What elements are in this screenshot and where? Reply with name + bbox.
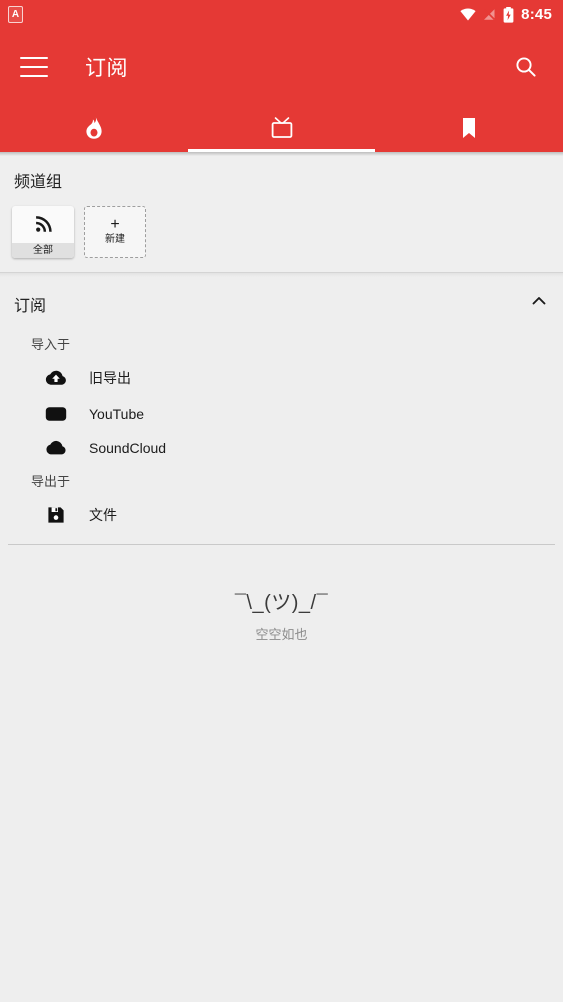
channel-group-card-label: 新建 — [105, 234, 125, 245]
channel-group-card-label: 全部 — [12, 243, 74, 258]
plus-icon: + — [110, 216, 120, 233]
soundcloud-cloud-icon — [44, 440, 68, 456]
signal-off-icon — [483, 8, 496, 21]
search-icon[interactable] — [511, 52, 541, 82]
tab-subscriptions[interactable] — [188, 104, 376, 152]
hamburger-menu-icon[interactable] — [20, 56, 48, 77]
export-item-label: 文件 — [89, 507, 117, 523]
bookmark-icon — [460, 116, 478, 140]
tab-bookmarks[interactable] — [375, 104, 563, 152]
notification-badge-icon: A — [8, 6, 23, 23]
status-bar-right: 8:45 — [460, 6, 552, 23]
tab-active-indicator — [187, 149, 376, 152]
subscriptions-section-header[interactable]: 订阅 — [0, 277, 563, 328]
channel-group-card-all[interactable]: 全部 — [12, 206, 74, 258]
status-bar-clock: 8:45 — [521, 6, 552, 23]
chevron-up-icon[interactable] — [529, 291, 549, 316]
app-root: A 8:45 订阅 频道组 全部 + 新建 订阅 导入于 旧导出 YouTube… — [0, 0, 563, 1002]
status-bar-left: A — [8, 6, 23, 23]
tab-bar — [0, 104, 563, 152]
channel-group-card-new[interactable]: + 新建 — [84, 206, 146, 258]
import-item-old-export[interactable]: 旧导出 — [0, 359, 563, 397]
cloud-upload-icon — [44, 369, 68, 387]
app-bar: 订阅 — [0, 29, 563, 104]
list-divider — [8, 544, 555, 545]
youtube-icon — [44, 406, 68, 422]
export-item-file[interactable]: 文件 — [0, 496, 563, 534]
tv-icon — [269, 116, 295, 140]
empty-state-emoticon: ¯\_(ツ)_/¯ — [234, 592, 329, 614]
empty-state-text: 空空如也 — [255, 627, 308, 642]
channel-groups-title: 频道组 — [14, 174, 63, 191]
import-item-label: SoundCloud — [89, 440, 167, 456]
subscriptions-section-title: 订阅 — [14, 297, 47, 315]
page-title: 订阅 — [85, 56, 128, 80]
status-bar: A 8:45 — [0, 0, 563, 29]
save-file-icon — [44, 506, 68, 524]
rss-feed-icon — [12, 206, 74, 243]
battery-charging-icon — [503, 6, 514, 23]
import-from-label: 导入于 — [31, 337, 71, 352]
tab-trending[interactable] — [0, 104, 188, 152]
whatshot-flame-icon — [83, 116, 105, 140]
import-item-label: YouTube — [89, 406, 145, 422]
export-to-label: 导出于 — [31, 474, 71, 489]
import-item-soundcloud[interactable]: SoundCloud — [0, 431, 563, 465]
import-item-youtube[interactable]: YouTube — [0, 397, 563, 431]
wifi-icon — [460, 8, 476, 21]
channel-groups-panel: 频道组 全部 + 新建 — [0, 156, 563, 272]
empty-state: ¯\_(ツ)_/¯ 空空如也 — [0, 586, 563, 643]
channel-groups-row: 全部 + 新建 — [0, 206, 563, 258]
import-item-label: 旧导出 — [89, 370, 131, 386]
